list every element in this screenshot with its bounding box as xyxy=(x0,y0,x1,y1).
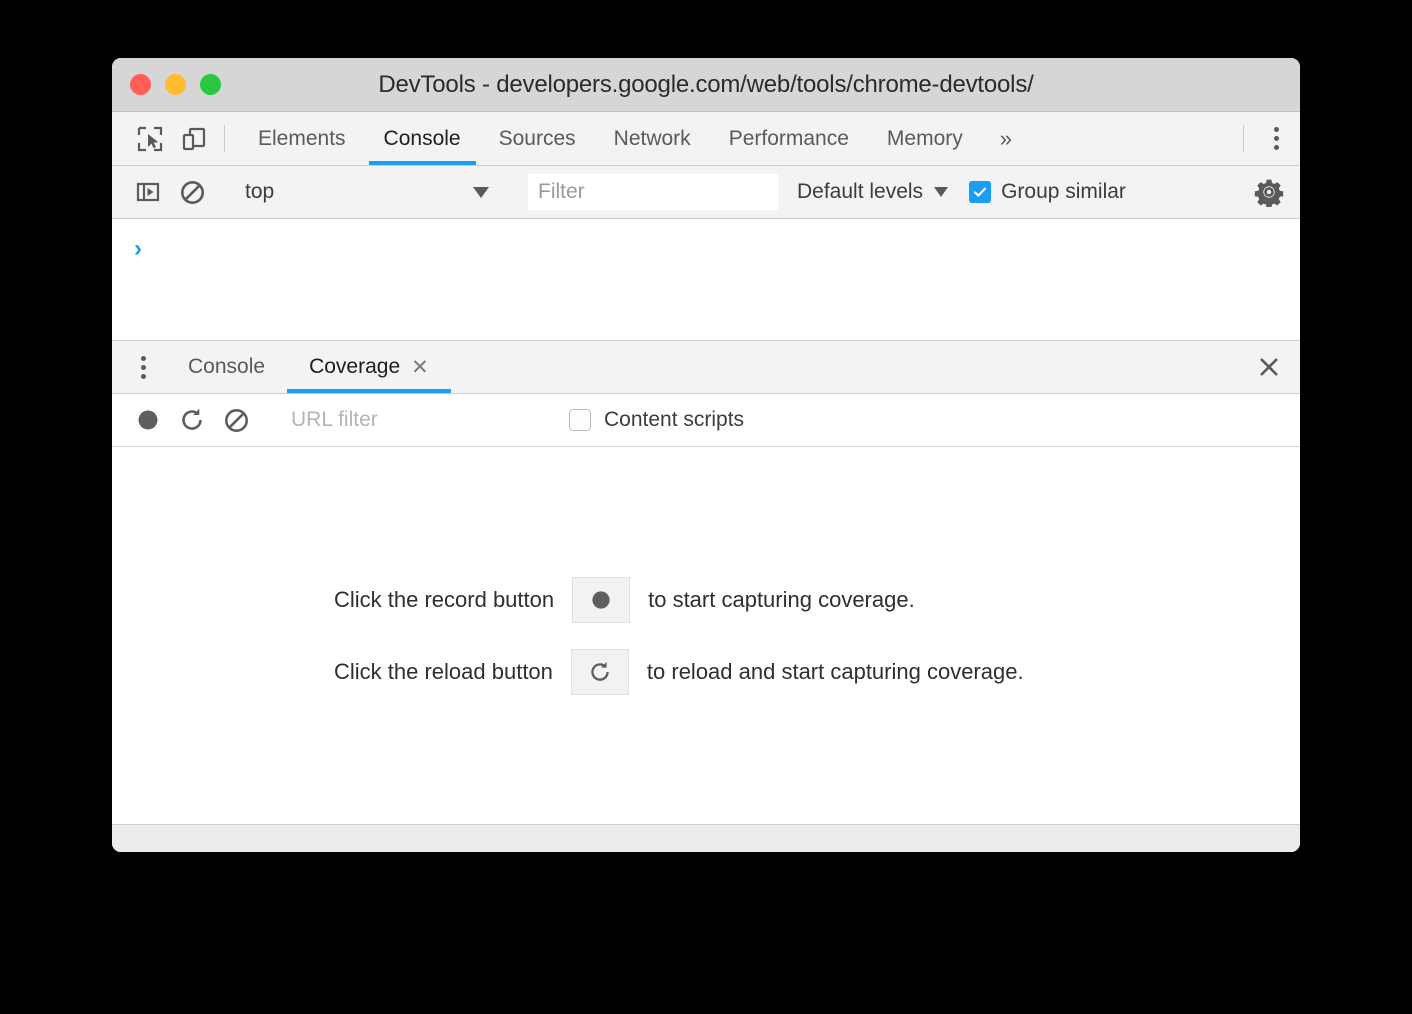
tab-network[interactable]: Network xyxy=(595,112,710,165)
close-icon[interactable]: ✕ xyxy=(411,357,429,378)
tab-label: Network xyxy=(613,126,691,150)
execution-context-selector[interactable]: top xyxy=(231,180,501,204)
window-title: DevTools - developers.google.com/web/too… xyxy=(378,70,1034,98)
zoom-window-button[interactable] xyxy=(200,74,221,95)
drawer-tab-label: Coverage xyxy=(309,355,401,378)
reload-icon[interactable] xyxy=(570,648,629,695)
coverage-hint-reload: Click the reload button to reload and st… xyxy=(334,648,1300,695)
tab-memory[interactable]: Memory xyxy=(868,112,982,165)
hint-text-before: Click the record button xyxy=(334,586,555,612)
traffic-lights xyxy=(130,74,221,95)
tab-label: Performance xyxy=(728,126,849,150)
content-scripts-label: Content scripts xyxy=(604,408,745,431)
more-tabs-icon[interactable]: » xyxy=(982,112,1030,165)
tab-label: Sources xyxy=(498,126,576,150)
title-bar: DevTools - developers.google.com/web/too… xyxy=(112,58,1300,112)
chevron-down-icon xyxy=(934,187,949,197)
toolbar-divider xyxy=(1243,125,1244,152)
console-output-area[interactable]: › xyxy=(112,219,1300,341)
group-similar-checkbox[interactable]: Group similar xyxy=(969,180,1126,204)
console-filter-input[interactable] xyxy=(528,174,778,210)
toolbar-divider xyxy=(224,125,225,152)
tab-console[interactable]: Console xyxy=(365,112,480,165)
execution-context-value: top xyxy=(245,180,275,203)
reload-icon[interactable] xyxy=(170,406,214,434)
group-similar-label: Group similar xyxy=(1001,180,1126,203)
tab-sources[interactable]: Sources xyxy=(480,112,595,165)
url-filter-input[interactable] xyxy=(289,403,534,437)
hint-text-before: Click the reload button xyxy=(334,658,553,684)
tab-label: Memory xyxy=(886,126,963,150)
close-window-button[interactable] xyxy=(130,74,151,95)
drawer-tab-coverage[interactable]: Coverage ✕ xyxy=(287,341,451,393)
log-levels-label: Default levels xyxy=(797,180,924,203)
minimize-window-button[interactable] xyxy=(165,74,186,95)
drawer-tab-console[interactable]: Console xyxy=(166,341,287,393)
clear-icon[interactable] xyxy=(214,407,258,434)
coverage-empty-state: Click the record button to start capturi… xyxy=(112,447,1300,824)
panel-tabs: Elements Console Sources Network Perform… xyxy=(239,112,1030,165)
status-bar xyxy=(112,824,1300,852)
coverage-hint-record: Click the record button to start capturi… xyxy=(334,576,1300,623)
kebab-menu-icon[interactable] xyxy=(120,341,166,393)
inspect-element-icon[interactable] xyxy=(128,112,172,165)
gear-icon[interactable] xyxy=(1254,177,1284,207)
record-icon[interactable] xyxy=(572,576,631,623)
more-tabs-label: » xyxy=(999,125,1012,151)
log-levels-selector[interactable]: Default levels xyxy=(797,180,949,204)
hint-text-after: to start capturing coverage. xyxy=(648,586,915,612)
checkbox-unchecked-icon xyxy=(569,409,591,431)
console-filter-toolbar: top Default levels Group similar xyxy=(112,166,1300,219)
device-toolbar-icon[interactable] xyxy=(172,112,216,165)
clear-console-icon[interactable] xyxy=(170,179,214,206)
console-sidebar-toggle-icon[interactable] xyxy=(126,179,170,205)
tab-label: Console xyxy=(383,126,461,150)
hint-text-after: to reload and start capturing coverage. xyxy=(646,658,1024,684)
chevron-down-icon xyxy=(473,186,489,198)
main-tab-bar: Elements Console Sources Network Perform… xyxy=(112,112,1300,166)
drawer-tab-bar: Console Coverage ✕ xyxy=(112,341,1300,394)
tab-performance[interactable]: Performance xyxy=(710,112,868,165)
kebab-menu-icon[interactable] xyxy=(1252,112,1300,165)
checkbox-checked-icon xyxy=(969,181,992,203)
record-icon[interactable] xyxy=(126,406,170,434)
content-scripts-checkbox[interactable]: Content scripts xyxy=(569,408,744,432)
devtools-window: DevTools - developers.google.com/web/too… xyxy=(112,58,1300,852)
close-drawer-button[interactable] xyxy=(1238,341,1300,393)
drawer: Console Coverage ✕ URL filter Content sc… xyxy=(112,341,1300,852)
drawer-tab-label: Console xyxy=(188,355,266,378)
tab-label: Elements xyxy=(258,126,346,150)
console-prompt-caret: › xyxy=(134,235,142,262)
coverage-toolbar: Content scripts xyxy=(112,394,1300,447)
main-tab-bar-right xyxy=(1235,112,1300,165)
tab-elements[interactable]: Elements xyxy=(239,112,365,165)
